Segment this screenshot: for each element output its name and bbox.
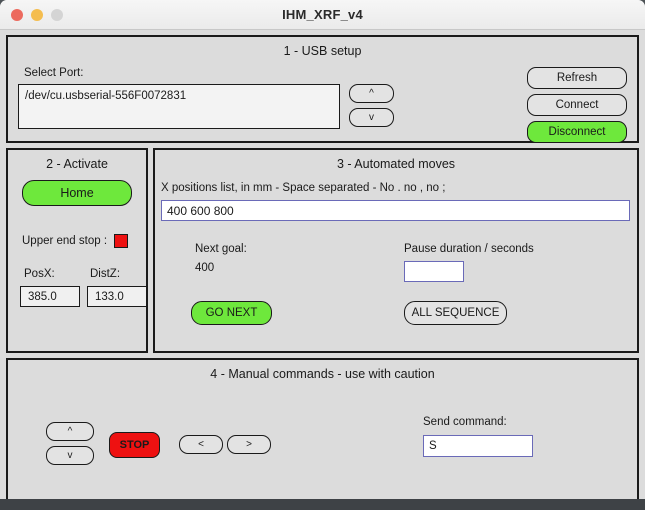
panel-usb-setup: 1 - USB setup Select Port: /dev/cu.usbse…: [6, 35, 639, 143]
close-window-icon[interactable]: [11, 9, 23, 21]
port-scroll-up-button[interactable]: ^: [349, 84, 394, 103]
middle-row: 2 - Activate Home Upper end stop : PosX:…: [6, 148, 639, 353]
stop-button[interactable]: STOP: [109, 432, 160, 458]
list-item[interactable]: /dev/cu.usbserial-556F0072831: [25, 89, 333, 103]
usb-setup-body: Select Port: /dev/cu.usbserial-556F00728…: [8, 58, 637, 143]
manual-right-button[interactable]: >: [227, 435, 271, 454]
port-listbox[interactable]: /dev/cu.usbserial-556F0072831: [18, 84, 340, 129]
posx-label: PosX:: [24, 268, 55, 280]
distz-label: DistZ:: [90, 268, 121, 280]
distz-value-field: 133.0: [87, 286, 147, 307]
upper-end-stop-row: Upper end stop :: [22, 234, 129, 248]
home-button[interactable]: Home: [22, 180, 132, 206]
next-goal-label: Next goal:: [195, 243, 247, 255]
app-content: 1 - USB setup Select Port: /dev/cu.usbse…: [0, 30, 645, 510]
all-sequence-button[interactable]: ALL SEQUENCE: [404, 301, 507, 325]
disconnect-button[interactable]: Disconnect: [527, 121, 627, 143]
refresh-button[interactable]: Refresh: [527, 67, 627, 89]
window-title: IHM_XRF_v4: [282, 7, 363, 22]
next-goal-value: 400: [195, 262, 215, 274]
window-titlebar: IHM_XRF_v4: [0, 0, 645, 30]
manual-commands-title: 4 - Manual commands - use with caution: [210, 367, 435, 381]
manual-down-button[interactable]: v: [46, 446, 94, 465]
manual-left-button[interactable]: <: [179, 435, 223, 454]
upper-end-stop-indicator: [114, 234, 129, 248]
go-next-button[interactable]: GO NEXT: [191, 301, 272, 325]
pause-duration-label: Pause duration / seconds: [404, 243, 534, 255]
send-command-input[interactable]: S: [423, 435, 533, 457]
upper-end-stop-label: Upper end stop :: [22, 235, 108, 247]
pause-duration-input[interactable]: [404, 261, 464, 282]
panel-manual-commands: 4 - Manual commands - use with caution ^…: [6, 358, 639, 501]
window-bottom-bar: [0, 499, 645, 510]
automated-moves-title: 3 - Automated moves: [336, 157, 456, 171]
connect-button[interactable]: Connect: [527, 94, 627, 116]
send-command-label: Send command:: [423, 416, 507, 428]
posx-value-field: 385.0: [20, 286, 80, 307]
panel-automated-moves: 3 - Automated moves X positions list, in…: [153, 148, 639, 353]
maximize-window-icon: [51, 9, 63, 21]
minimize-window-icon[interactable]: [31, 9, 43, 21]
x-positions-input[interactable]: 400 600 800: [161, 200, 630, 221]
x-positions-label: X positions list, in mm - Space separate…: [161, 182, 446, 194]
activate-title: 2 - Activate: [46, 157, 108, 171]
window-controls: [11, 0, 63, 30]
usb-setup-title: 1 - USB setup: [283, 44, 362, 58]
manual-up-button[interactable]: ^: [46, 422, 94, 441]
port-scroll-down-button[interactable]: v: [349, 108, 394, 127]
select-port-label: Select Port:: [24, 67, 84, 79]
panel-activate: 2 - Activate Home Upper end stop : PosX:…: [6, 148, 148, 353]
app-window: IHM_XRF_v4 1 - USB setup Select Port: /d…: [0, 0, 645, 510]
